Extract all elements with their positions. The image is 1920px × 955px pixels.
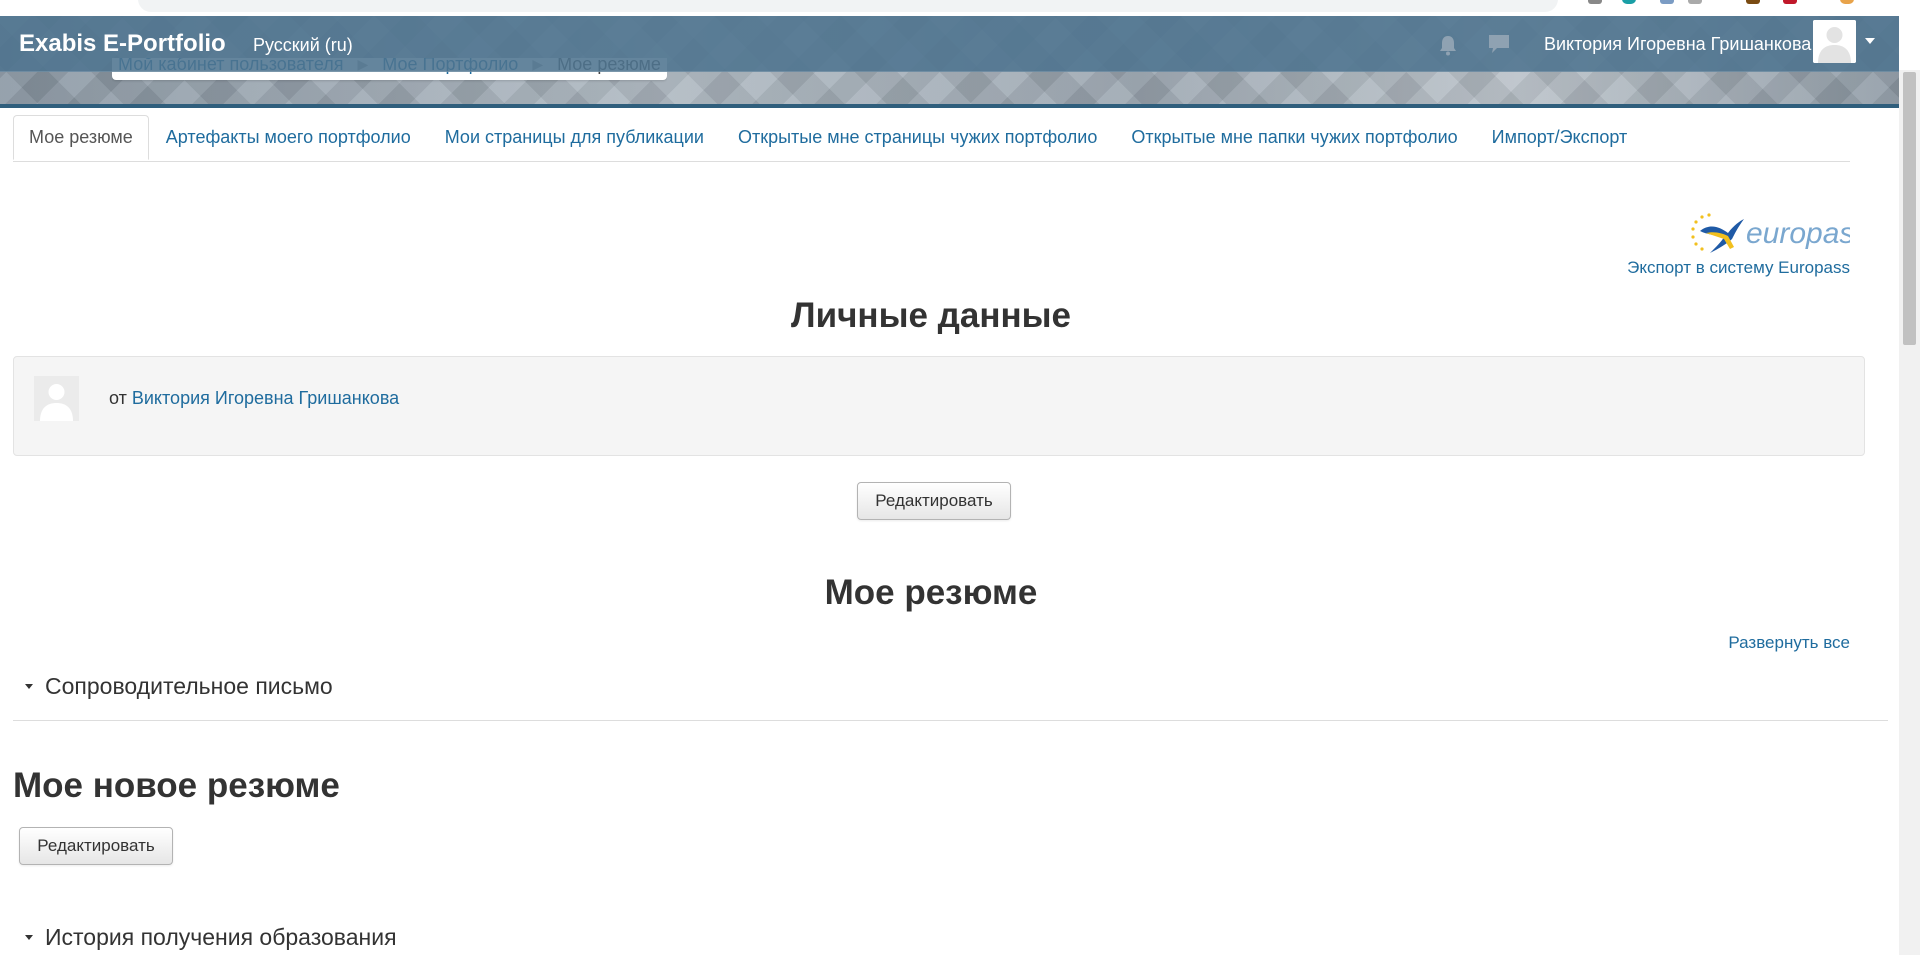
avatar[interactable]: [1813, 20, 1856, 63]
edit-personal-data-button[interactable]: Редактировать: [857, 482, 1011, 520]
personal-data-title: Личные данные: [791, 296, 1071, 335]
tab-artifacts[interactable]: Артефакты моего портфолио: [149, 115, 428, 161]
personal-data-box: от Виктория Игоревна Гришанкова: [13, 356, 1865, 456]
avatar: [34, 376, 79, 421]
profile-icon[interactable]: [1840, 0, 1854, 4]
page-scrollbar[interactable]: [1899, 70, 1920, 955]
tab-shared-folders[interactable]: Открытые мне папки чужих портфолио: [1114, 115, 1474, 161]
tab-published-pages[interactable]: Мои страницы для публикации: [428, 115, 721, 161]
extension-icon[interactable]: [1746, 0, 1760, 4]
bell-icon[interactable]: [1438, 34, 1458, 56]
europass-export-link[interactable]: Экспорт в систему Europass: [1627, 258, 1850, 278]
chevron-down-icon: [25, 935, 33, 940]
browser-toolbar: [0, 0, 1920, 16]
education-history-toggle[interactable]: История получения образования: [25, 924, 397, 951]
chat-icon[interactable]: [1488, 34, 1510, 54]
edit-resume-button[interactable]: Редактировать: [19, 827, 173, 865]
portfolio-tabs: Мое резюме Артефакты моего портфолио Мои…: [13, 115, 1850, 162]
extension-icon[interactable]: [1783, 0, 1797, 4]
chevron-down-icon: [25, 684, 33, 689]
my-resume-title: Мое резюме: [824, 573, 1038, 612]
caret-down-icon[interactable]: [1865, 38, 1875, 44]
language-menu[interactable]: Русский (ru): [253, 35, 353, 56]
author-prefix: от: [109, 388, 127, 408]
author-link[interactable]: Виктория Игоревна Гришанкова: [132, 388, 399, 408]
tab-import-export[interactable]: Импорт/Экспорт: [1475, 115, 1645, 161]
extension-icon[interactable]: [1688, 0, 1702, 4]
address-bar[interactable]: [138, 0, 1558, 12]
svg-text:europass: europass: [1746, 217, 1850, 250]
banner-underline: [0, 104, 1899, 108]
scrollbar-thumb[interactable]: [1903, 72, 1916, 345]
tab-shared-pages[interactable]: Открытые мне страницы чужих портфолио: [721, 115, 1114, 161]
cover-letter-label: Сопроводительное письмо: [45, 673, 333, 699]
extension-icon[interactable]: [1660, 0, 1674, 4]
europass-logo[interactable]: europass: [1688, 209, 1850, 259]
divider: [13, 720, 1888, 721]
extension-icon[interactable]: [1588, 0, 1602, 4]
expand-all-link[interactable]: Развернуть все: [1728, 633, 1850, 653]
tab-my-resume[interactable]: Мое резюме: [13, 115, 149, 160]
education-history-label: История получения образования: [45, 924, 397, 950]
extension-icon[interactable]: [1622, 0, 1636, 4]
top-navbar: Exabis E-Portfolio Русский (ru) Виктория…: [0, 16, 1899, 72]
new-resume-title: Мое новое резюме: [13, 766, 340, 805]
site-brand[interactable]: Exabis E-Portfolio: [19, 30, 226, 58]
cover-letter-toggle[interactable]: Сопроводительное письмо: [25, 673, 333, 700]
user-menu-name[interactable]: Виктория Игоревна Гришанкова: [1544, 34, 1811, 55]
author-line: от Виктория Игоревна Гришанкова: [109, 388, 399, 409]
